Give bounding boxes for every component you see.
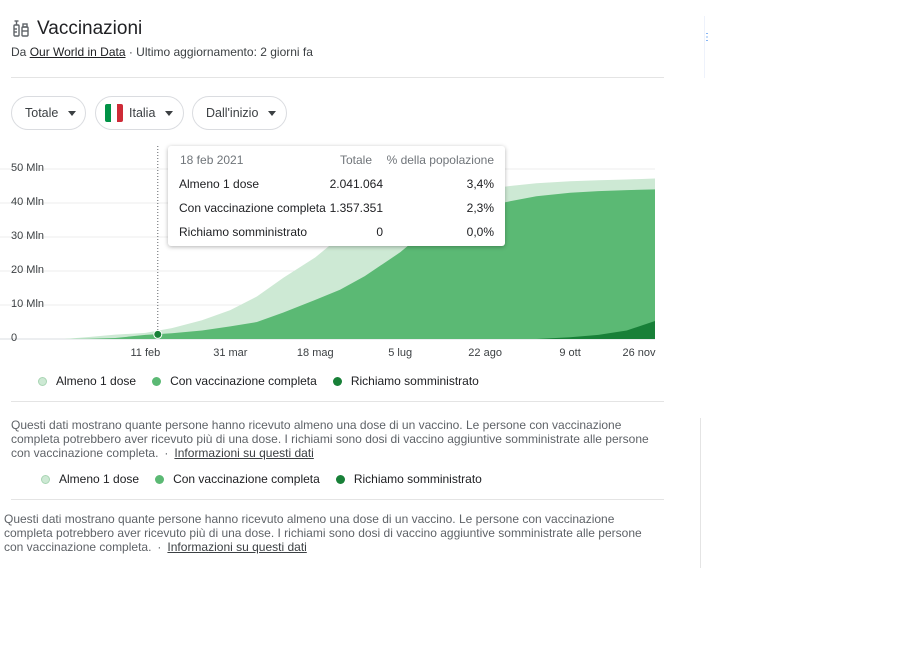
legend-swatch — [155, 474, 165, 484]
legend-label: Almeno 1 dose — [59, 472, 140, 486]
legend-swatch — [335, 474, 345, 484]
x-tick-label: 11 feb — [130, 347, 161, 359]
chart-description: Questi dati mostrano quante persone hann… — [11, 418, 661, 460]
legend-swatch — [152, 376, 162, 386]
legend-label: Richiamo somministrato — [353, 472, 482, 486]
x-tick-label: 18 mag — [296, 347, 334, 359]
description-separator: · — [157, 540, 162, 554]
tooltip-row-total: 0 — [376, 225, 383, 239]
hover-point — [153, 329, 163, 339]
tooltip-row-label: Almeno 1 dose — [179, 177, 260, 191]
legend-label: Con vaccinazione completa — [173, 472, 320, 486]
legend-item-at-least-one[interactable]: Almeno 1 dose — [41, 472, 139, 486]
tooltip-row-total: 1.357.351 — [329, 201, 383, 215]
chart-tooltip: 18 feb 2021 Totale % della popolazione A… — [168, 146, 505, 246]
y-tick-label: 0 — [11, 332, 18, 344]
chart-description-secondary: Questi dati mostrano quante persone hann… — [4, 512, 654, 554]
chart-legend: Almeno 1 dose Con vaccinazione completa … — [38, 374, 495, 388]
legend-divider — [11, 401, 664, 402]
legend-swatch — [332, 376, 342, 386]
x-tick-label: 31 mar — [213, 347, 248, 359]
x-tick-label: 26 nov — [622, 347, 656, 359]
tooltip-row-label: Con vaccinazione completa — [179, 201, 326, 215]
x-tick-label: 5 lug — [388, 347, 413, 359]
y-tick-label: 20 Mln — [11, 264, 45, 276]
legend-label: Almeno 1 dose — [56, 374, 137, 388]
legend-item-booster[interactable]: Richiamo somministrato — [332, 374, 479, 388]
tooltip-date: 18 feb 2021 — [180, 153, 244, 167]
x-tick-label: 9 ott — [559, 347, 581, 359]
legend-item-at-least-one[interactable]: Almeno 1 dose — [38, 374, 136, 388]
y-tick-label: 50 Mln — [11, 162, 45, 174]
about-data-link[interactable]: Informazioni su questi dati — [174, 446, 313, 460]
description-separator: · — [164, 446, 169, 460]
legend-swatch — [38, 376, 47, 386]
y-tick-label: 40 Mln — [11, 196, 45, 208]
y-tick-label: 30 Mln — [11, 230, 45, 242]
tooltip-row-pct: 3,4% — [466, 177, 494, 191]
tooltip-col-pct: % della popolazione — [386, 153, 494, 167]
legend-item-booster[interactable]: Richiamo somministrato — [335, 472, 482, 486]
legend-divider-secondary — [11, 499, 664, 500]
chart-legend-secondary: Almeno 1 dose Con vaccinazione completa … — [41, 472, 498, 486]
legend-swatch — [41, 474, 50, 484]
side-divider-bottom — [700, 418, 701, 568]
legend-item-fully[interactable]: Con vaccinazione completa — [152, 374, 317, 388]
legend-label: Con vaccinazione completa — [170, 374, 317, 388]
description-text: Questi dati mostrano quante persone hann… — [4, 512, 642, 554]
legend-label: Richiamo somministrato — [350, 374, 479, 388]
tooltip-col-total: Totale — [339, 153, 372, 167]
y-tick-label: 10 Mln — [11, 298, 45, 310]
tooltip-row-total: 2.041.064 — [329, 177, 383, 191]
x-tick-label: 22 ago — [468, 347, 502, 359]
tooltip-row-pct: 2,3% — [466, 201, 494, 215]
about-data-link[interactable]: Informazioni su questi dati — [167, 540, 306, 554]
tooltip-row-pct: 0,0% — [466, 225, 494, 239]
description-text: Questi dati mostrano quante persone hann… — [11, 418, 649, 460]
legend-item-fully[interactable]: Con vaccinazione completa — [155, 472, 320, 486]
tooltip-row-label: Richiamo somministrato — [179, 225, 308, 239]
